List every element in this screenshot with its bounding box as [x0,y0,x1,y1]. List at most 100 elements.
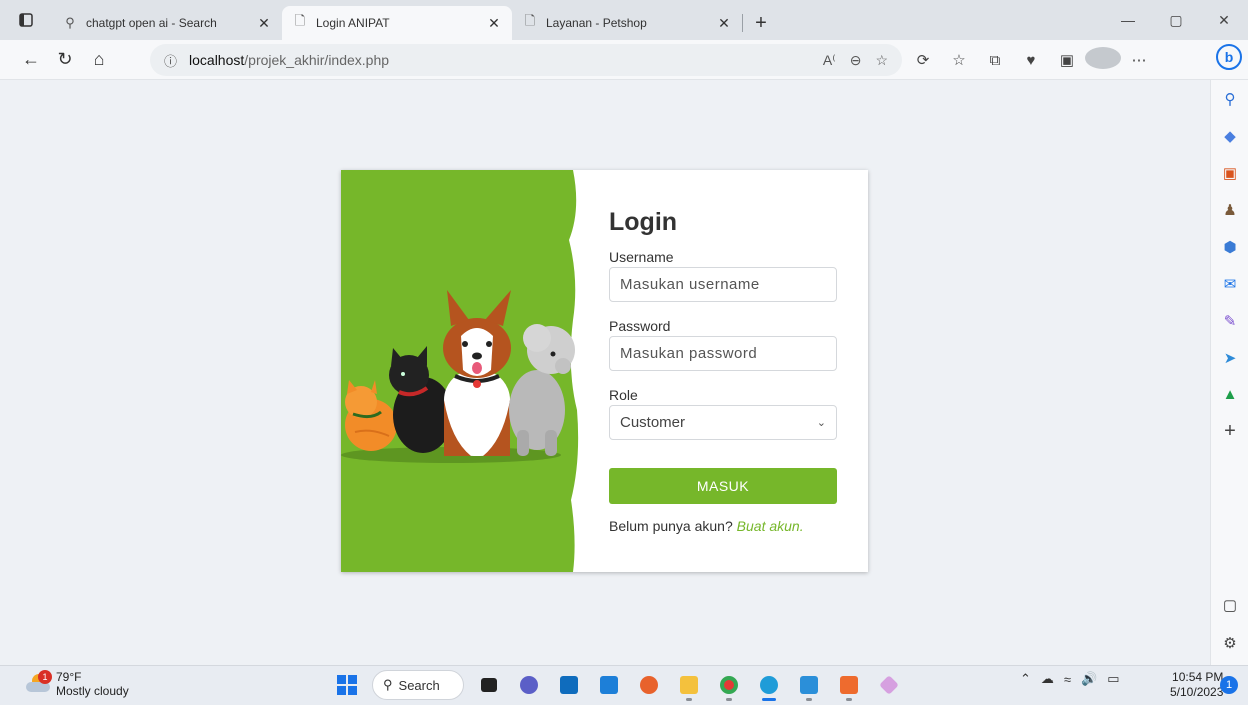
bing-chat-icon[interactable]: b [1216,44,1242,70]
clock[interactable]: 10:54 PM 5/10/2023 [1170,670,1223,700]
tab-login[interactable]: 🗋 Login ANIPAT ✕ [282,6,512,40]
send-icon[interactable]: ➤ [1211,339,1248,376]
windows-taskbar: 1 79°F Mostly cloudy ⚲ Search ⌃ ☁ ≈ 🔊 ▭ [0,665,1248,705]
signup-prompt: Belum punya akun? Buat akun. [609,518,837,534]
wifi-icon[interactable]: ≈ [1064,672,1071,687]
page-icon: 🗋 [294,13,306,28]
window-controls: — ▢ ✕ [1104,0,1248,40]
search-icon[interactable]: ⚲ [1211,80,1248,117]
designer-icon[interactable]: ✎ [1211,302,1248,339]
password-label: Password [609,318,671,334]
page-icon: 🗋 [524,13,536,28]
clock-date: 5/10/2023 [1170,685,1224,699]
signup-link[interactable]: Buat akun. [737,518,804,534]
games-icon[interactable]: ♟ [1211,191,1248,228]
taskbar-search[interactable]: ⚲ Search [372,670,464,700]
tab-label: chatgpt open ai - Search [86,16,217,30]
edge-icon[interactable] [754,669,784,701]
weather-badge: 1 [38,670,52,684]
chrome-icon[interactable] [714,669,744,701]
more-menu-icon[interactable]: ⋯ [1121,51,1157,69]
system-tray: ⌃ ☁ ≈ 🔊 ▭ [1020,671,1120,687]
search-icon: ⚲ [65,15,75,30]
address-bar[interactable]: ⓘ localhost/projek_akhir/index.php A⁽ ⊖ … [150,44,902,76]
pets-illustration-panel [341,170,579,572]
task-view-icon[interactable] [474,669,504,701]
username-label: Username [609,249,674,265]
masuk-button[interactable]: MASUK [609,468,837,504]
weather-widget[interactable]: 1 79°F Mostly cloudy [26,670,129,698]
password-input[interactable]: Masukan password [609,336,837,371]
tab-layanan[interactable]: 🗋 Layanan - Petshop ✕ [512,6,742,40]
hide-sidebar-icon[interactable]: ▢ [1211,586,1248,623]
home-button[interactable]: ⌂ [82,44,116,76]
xampp-icon[interactable] [834,669,864,701]
toolbar-extensions: ⟳ ☆ ⧉ ♥ ▣ ⋯ [905,44,1157,76]
collections-icon[interactable]: ⧉ [977,52,1013,69]
tab-strip: ⚲ chatgpt open ai - Search ✕ 🗋 Login ANI… [0,0,1248,40]
mail-icon[interactable] [554,669,584,701]
git-app-icon[interactable] [874,669,904,701]
settings-gear-icon[interactable]: ⚙ [1211,624,1248,661]
login-form: Login Username Masukan username Password… [579,170,868,572]
l-app-icon[interactable] [594,669,624,701]
health-icon[interactable]: ♥ [1013,52,1049,69]
tree-icon[interactable]: ▲ [1211,376,1248,413]
vscode-icon[interactable] [794,669,824,701]
url-path: /projek_akhir/index.php [244,52,390,68]
tab-label: Layanan - Petshop [546,16,647,30]
minimize-button[interactable]: — [1104,0,1152,40]
office-icon[interactable] [634,669,664,701]
tab-search[interactable]: ⚲ chatgpt open ai - Search ✕ [52,6,282,40]
taskbar-apps: ⚲ Search [332,669,904,701]
tools-briefcase-icon[interactable]: ▣ [1211,154,1248,191]
tab-label: Login ANIPAT [316,16,390,30]
battery-icon[interactable]: ▭ [1107,671,1119,687]
teams-chat-icon[interactable] [514,669,544,701]
username-input[interactable]: Masukan username [609,267,837,302]
outlook-icon[interactable]: ✉ [1211,265,1248,302]
windows-logo-icon [337,675,357,695]
info-icon[interactable]: ⓘ [164,51,177,70]
close-tab-icon[interactable]: ✕ [716,15,732,32]
close-window-button[interactable]: ✕ [1200,0,1248,40]
favorite-icon[interactable]: ☆ [875,52,888,69]
tab-actions-button[interactable] [0,0,52,40]
refresh-button[interactable]: ↻ [48,44,82,76]
pets-illustration [341,170,579,572]
weather-icon: 1 [26,670,52,694]
volume-icon[interactable]: 🔊 [1081,671,1097,687]
role-selected-value: Customer [620,414,686,431]
file-explorer-icon[interactable] [674,669,704,701]
start-button[interactable] [332,669,362,701]
restore-button[interactable]: ▢ [1152,0,1200,40]
extensions-icon[interactable]: ⟳ [905,51,941,69]
notification-badge[interactable]: 1 [1220,676,1238,694]
shopping-tag-icon[interactable]: ◆ [1211,117,1248,154]
cloud-sync-icon[interactable]: ☁ [1041,671,1054,687]
screenshot-icon[interactable]: ▣ [1049,51,1085,69]
login-card: Login Username Masukan username Password… [341,170,868,572]
chevron-down-icon: ⌄ [816,417,826,429]
zoom-icon[interactable]: ⊖ [850,52,862,69]
role-select[interactable]: Customer ⌄ [609,405,837,440]
edge-sidebar: b ⚲ ◆ ▣ ♟ ⬢ ✉ ✎ ➤ ▲ + ▢ ⚙ [1210,44,1248,665]
favorites-icon[interactable]: ☆ [941,51,977,69]
weather-desc: Mostly cloudy [56,684,129,698]
read-aloud-icon[interactable]: A⁽ [823,52,836,69]
back-button[interactable]: ← [14,44,48,76]
profile-avatar[interactable] [1085,47,1121,73]
new-tab-button[interactable]: + [743,6,779,40]
url-host: localhost [189,52,245,68]
clock-time: 10:54 PM [1172,670,1224,684]
show-hidden-icons[interactable]: ⌃ [1020,671,1031,687]
browser-toolbar: ← ↻ ⌂ ⓘ localhost/projek_akhir/index.php… [0,40,1248,80]
microsoft-365-icon[interactable]: ⬢ [1211,228,1248,265]
add-sidebar-app-icon[interactable]: + [1211,413,1248,450]
close-tab-icon[interactable]: ✕ [486,15,502,32]
taskbar-search-label: Search [398,677,440,693]
role-label: Role [609,387,638,403]
signup-text: Belum punya akun? [609,518,733,534]
login-title: Login [609,208,678,236]
close-tab-icon[interactable]: ✕ [256,15,272,32]
